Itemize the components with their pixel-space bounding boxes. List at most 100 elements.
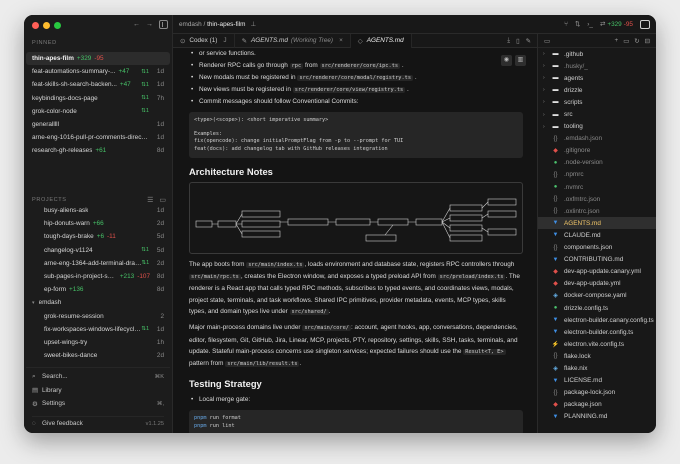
folder-item[interactable]: › ▬ scripts: [538, 96, 656, 108]
forward-arrow-icon[interactable]: →: [146, 21, 153, 28]
worktree-item[interactable]: busy-aliens-ask 1d: [26, 204, 170, 217]
worktree-item[interactable]: hip-donuts-warn +66 2d: [26, 217, 170, 230]
close-tab-icon[interactable]: J: [223, 37, 226, 44]
chevron-right-icon[interactable]: ›: [543, 75, 550, 81]
new-file-icon[interactable]: +: [615, 37, 619, 45]
search-shortcut: ⌘K: [154, 373, 164, 380]
tab-codex[interactable]: ⊙ Codex (1) J: [173, 33, 235, 48]
settings-menu-item[interactable]: ⚙ Settings ⌘,: [26, 397, 170, 411]
worktree-item[interactable]: arne-eng-1016-pull-pr-comments-directly.…: [26, 131, 170, 144]
library-menu-item[interactable]: ▤ Library: [26, 384, 170, 398]
add-folder-icon[interactable]: ▭: [159, 196, 166, 204]
file-item[interactable]: ● .nvmrc: [538, 181, 656, 193]
worktree-item[interactable]: feat-skills-sh-search-backen... +47 ⇅1 1d: [26, 78, 170, 91]
worktree-item[interactable]: sweet-bikes-dance 2d: [26, 349, 170, 362]
download-icon[interactable]: ⤓: [507, 37, 510, 45]
edit-icon[interactable]: ✎: [526, 37, 531, 45]
worktree-item[interactable]: arne-eng-1364-add-terminal-draw... ⇅1 2d: [26, 257, 170, 270]
file-item[interactable]: ▼ CONTRIBUTING.md: [538, 254, 656, 266]
back-arrow-icon[interactable]: ←: [133, 21, 140, 28]
file-item[interactable]: ◆ dev-app-update.canary.yml: [538, 266, 656, 278]
folder-item[interactable]: › ▬ .husky/_: [538, 60, 656, 72]
worktree-item[interactable]: ep-form +136 8d: [26, 283, 170, 296]
close-window-button[interactable]: [32, 22, 39, 29]
folder-item[interactable]: › ▬ drizzle: [538, 84, 656, 96]
worktree-item[interactable]: generalllll 1d: [26, 118, 170, 131]
refresh-icon[interactable]: ↻: [634, 37, 639, 45]
file-item[interactable]: ◆ package.json: [538, 399, 656, 411]
toggle-sidebar-icon[interactable]: [159, 20, 168, 29]
collapse-icon[interactable]: ⊟: [645, 37, 650, 45]
tab-agents-md[interactable]: ◇ AGENTS.md: [350, 33, 412, 48]
folder-item[interactable]: › ▬ .github: [538, 48, 656, 60]
git-branch-icon[interactable]: ⑂: [564, 21, 568, 28]
search-menu-item[interactable]: ⌕ Search... ⌘K: [26, 370, 170, 384]
file-item[interactable]: {} flake.lock: [538, 350, 656, 362]
folder-item[interactable]: › ▬ agents: [538, 72, 656, 84]
pin-icon[interactable]: ⊥: [250, 20, 256, 28]
folder-item[interactable]: › ▬ src: [538, 108, 656, 120]
worktree-item[interactable]: keybindings-docs-page ⇅1 7h: [26, 92, 170, 105]
file-item[interactable]: ▼ CLAUDE.md: [538, 229, 656, 241]
project-group[interactable]: ▾ emdash: [26, 296, 170, 309]
file-item[interactable]: ▼ PLANNING.md: [538, 411, 656, 423]
worktree-item[interactable]: fix-workspaces-windows-lifecycle... ⇅1 1d: [26, 323, 170, 336]
file-item[interactable]: ▼ electron-builder.canary.config.ts: [538, 314, 656, 326]
feedback-row: ◌ Give feedback v1.1.25: [32, 416, 164, 427]
file-item[interactable]: {} .npmrc: [538, 169, 656, 181]
tab-agents-working-tree[interactable]: ✎ AGENTS.md (Working Tree) ×: [235, 33, 351, 48]
chevron-right-icon[interactable]: ›: [543, 63, 550, 69]
sync-icon[interactable]: ⇅: [575, 20, 580, 28]
worktree-item[interactable]: changelog-v1124 ⇅1 5d: [26, 244, 170, 257]
close-tab-icon[interactable]: ×: [339, 37, 343, 44]
worktree-item[interactable]: grok-resume-session 2: [26, 310, 170, 323]
toggle-right-panel-icon[interactable]: [640, 19, 650, 29]
chevron-right-icon[interactable]: ›: [543, 99, 550, 105]
worktree-item[interactable]: sub-pages-in-project-settin...+213-107 8d: [26, 270, 170, 283]
file-item[interactable]: ◈ flake.nix: [538, 362, 656, 374]
worktree-item[interactable]: tough-days-brake +6 -11 5d: [26, 230, 170, 243]
projects-list: busy-aliens-ask 1d hip-donuts-warn +66 2d tou…: [26, 204, 170, 362]
document-icon[interactable]: ▯: [516, 37, 520, 45]
file-item[interactable]: {} .emdash.json: [538, 133, 656, 145]
filter-icon[interactable]: ☰: [147, 196, 153, 204]
worktree-item[interactable]: upset-wings-try 1h: [26, 336, 170, 349]
terminal-icon[interactable]: ›_: [587, 21, 593, 28]
file-item[interactable]: {} package-lock.json: [538, 387, 656, 399]
file-item[interactable]: ▼ electron-builder.config.ts: [538, 326, 656, 338]
eye-icon[interactable]: ◉: [501, 55, 512, 66]
new-folder-icon[interactable]: ▭: [623, 37, 629, 45]
file-item[interactable]: ◆ .gitignore: [538, 145, 656, 157]
file-item[interactable]: ▼ LICENSE.md: [538, 375, 656, 387]
file-item[interactable]: ● drizzle.config.ts: [538, 302, 656, 314]
file-item[interactable]: {} .oxlintrc.json: [538, 205, 656, 217]
chevron-down-icon[interactable]: ▾: [32, 300, 35, 306]
chevron-right-icon[interactable]: ›: [543, 112, 550, 118]
inline-code: Result<T, E>: [463, 348, 506, 355]
chevron-right-icon[interactable]: ›: [543, 51, 550, 57]
file-item[interactable]: ◈ docker-compose.yaml: [538, 290, 656, 302]
file-item[interactable]: {} .oxfmtrc.json: [538, 193, 656, 205]
diff-summary[interactable]: ⇄ +329 -95: [600, 20, 633, 28]
worktree-item[interactable]: research-gh-releases +61 8d: [26, 144, 170, 157]
give-feedback-link[interactable]: Give feedback: [42, 420, 83, 427]
inline-code: src/renderer/core/modal/registry.ts: [297, 75, 414, 81]
file-item[interactable]: {} components.json: [538, 242, 656, 254]
file-item[interactable]: ▼ AGENTS.md: [538, 217, 656, 230]
worktree-item[interactable]: grok-color-node ⇅1: [26, 105, 170, 118]
chevron-right-icon[interactable]: ›: [543, 87, 550, 93]
folder-item[interactable]: › ▬ tooling: [538, 121, 656, 133]
breadcrumb-worktree[interactable]: thin-apes-film: [207, 21, 245, 28]
file-item[interactable]: ● .node-version: [538, 157, 656, 169]
worktree-item[interactable]: feat-automations-summary-... +47 ⇅1 1d: [26, 65, 170, 78]
zoom-window-button[interactable]: [54, 22, 61, 29]
file-item[interactable]: ◆ dev-app-update.yml: [538, 278, 656, 290]
minimize-window-button[interactable]: [43, 22, 50, 29]
breadcrumb-project[interactable]: emdash: [179, 21, 202, 28]
chevron-right-icon[interactable]: ›: [543, 124, 550, 130]
folder-icon[interactable]: ▭: [544, 37, 550, 45]
worktree-item[interactable]: thin-apes-film +329 -95: [26, 52, 170, 66]
feedback-icon: ◌: [32, 420, 36, 427]
split-view-icon[interactable]: ▥: [515, 55, 526, 66]
file-item[interactable]: ⚡ electron.vite.config.ts: [538, 338, 656, 350]
